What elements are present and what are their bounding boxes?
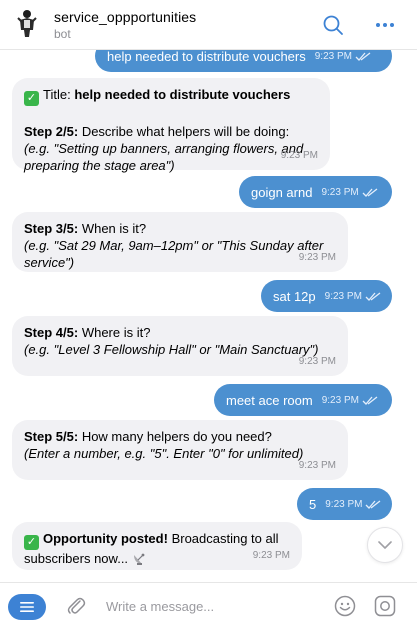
incoming-message[interactable]: ✓ Opportunity posted! Broadcasting to all…: [12, 522, 302, 570]
time-label: 9:23 PM: [324, 290, 362, 302]
posted-label: Opportunity posted!: [43, 531, 168, 546]
outgoing-message[interactable]: 5 9:23 PM: [297, 488, 392, 520]
search-icon[interactable]: [322, 14, 344, 36]
step-label: Step 5/5:: [24, 429, 79, 444]
title-label: Title:: [43, 87, 71, 102]
message-text: 5: [309, 496, 317, 512]
check-mark-icon: ✓: [24, 535, 39, 550]
satellite-dish-icon: [134, 553, 145, 565]
message-time: 9:23 PM: [322, 392, 378, 409]
incoming-message[interactable]: ✓ Title: help needed to distribute vouche…: [12, 78, 330, 173]
message-time: 9:23 PM: [315, 50, 371, 65]
message-text: meet ace room: [226, 392, 313, 408]
message-time: 9:23 PM: [298, 356, 336, 367]
message-text: help needed to distribute vouchers: [107, 50, 306, 64]
double-check-icon: [362, 187, 378, 197]
chat-header: service_oppportunities bot: [0, 0, 417, 50]
chevron-down-icon: [378, 541, 392, 549]
message-time: 9:23 PM: [298, 460, 336, 471]
bot-name: service_oppportunities: [54, 9, 197, 25]
step-label: Step 4/5:: [24, 325, 79, 340]
step-example: (e.g. "Setting up banners, arranging flo…: [24, 141, 304, 173]
step-example: (e.g. "Level 3 Fellowship Hall" or "Main…: [24, 342, 319, 357]
message-composer: [0, 582, 417, 626]
message-time: 9:23 PM: [325, 288, 381, 305]
bot-status: bot: [54, 27, 71, 41]
step-example: (e.g. "Sat 29 Mar, 9am–12pm" or "This Su…: [24, 238, 324, 270]
outgoing-message[interactable]: meet ace room 9:23 PM: [214, 384, 392, 416]
time-label: 9:23 PM: [321, 186, 359, 198]
step-label: Step 2/5:: [24, 124, 79, 139]
message-time: 9:23 PM: [252, 550, 290, 561]
double-check-icon: [366, 499, 381, 509]
incoming-message[interactable]: Step 3/5: When is it? (e.g. "Sat 29 Mar,…: [12, 212, 348, 272]
bot-avatar[interactable]: [12, 8, 42, 38]
message-time: 9:23 PM: [325, 496, 381, 513]
time-label: 9:23 PM: [321, 394, 359, 406]
mascot-icon: [17, 10, 37, 37]
double-check-icon: [355, 51, 371, 61]
step-example: (Enter a number, e.g. "5". Enter "0" for…: [24, 446, 304, 461]
outgoing-message[interactable]: goign arnd 9:23 PM: [239, 176, 392, 208]
message-time: 9:23 PM: [321, 184, 378, 201]
step-text: Where is it?: [81, 325, 151, 340]
scroll-down-button[interactable]: [367, 527, 403, 563]
message-list[interactable]: help needed to distribute vouchers 9:23 …: [0, 50, 417, 581]
step-text: How many helpers do you need?: [81, 429, 272, 444]
double-check-icon: [365, 291, 381, 301]
chat-title[interactable]: service_oppportunities bot: [54, 9, 196, 42]
menu-icon: [20, 602, 34, 612]
step-text: Describe what helpers will be doing:: [81, 124, 290, 139]
message-input[interactable]: [106, 596, 306, 616]
message-text: goign arnd: [251, 184, 313, 200]
incoming-message[interactable]: Step 4/5: Where is it? (e.g. "Level 3 Fe…: [12, 316, 348, 376]
more-icon[interactable]: [374, 14, 396, 36]
bot-menu-button[interactable]: [8, 594, 46, 620]
emoji-icon[interactable]: [334, 595, 356, 617]
step-text: When is it?: [81, 221, 147, 236]
message-time: 9:23 PM: [280, 150, 318, 161]
message-text: sat 12p: [273, 288, 316, 304]
message-time: 9:23 PM: [298, 252, 336, 263]
outgoing-message[interactable]: help needed to distribute vouchers 9:23 …: [95, 50, 392, 72]
step-label: Step 3/5:: [24, 221, 79, 236]
double-check-icon: [362, 395, 378, 405]
incoming-message[interactable]: Step 5/5: How many helpers do you need? …: [12, 420, 348, 480]
outgoing-message[interactable]: sat 12p 9:23 PM: [261, 280, 392, 312]
title-value: help needed to distribute vouchers: [74, 87, 291, 102]
time-label: 9:23 PM: [314, 50, 352, 62]
paperclip-icon[interactable]: [66, 595, 86, 617]
time-label: 9:23 PM: [325, 498, 363, 510]
camera-icon[interactable]: [374, 595, 396, 617]
check-mark-icon: ✓: [24, 91, 39, 106]
